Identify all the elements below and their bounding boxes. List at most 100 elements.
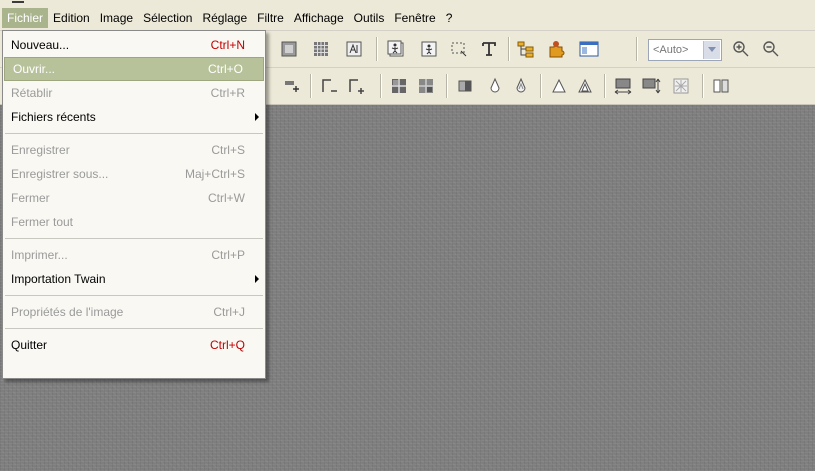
menu-edition[interactable]: Edition xyxy=(48,8,95,28)
menu-item-shortcut: Ctrl+R xyxy=(210,86,245,100)
menu-item-save[interactable]: Enregistrer Ctrl+S xyxy=(3,138,265,162)
menu-item-close[interactable]: Fermer Ctrl+W xyxy=(3,186,265,210)
plugin-tool-button[interactable] xyxy=(546,38,568,60)
grid-icon xyxy=(314,42,328,56)
menu-item-label: Imprimer... xyxy=(11,248,68,262)
sharpen-more-button[interactable] xyxy=(548,75,570,97)
texture-button[interactable] xyxy=(670,75,692,97)
marquee-icon xyxy=(451,42,467,57)
add-layer-icon xyxy=(285,81,299,92)
resize-v-button[interactable] xyxy=(640,75,662,97)
menu-item-image-properties[interactable]: Propriétés de l'image Ctrl+J xyxy=(3,300,265,324)
menu-item-label: Importation Twain xyxy=(11,272,106,286)
blur-button[interactable] xyxy=(510,75,532,97)
person-frame-icon xyxy=(387,40,404,57)
tree-tool-button[interactable] xyxy=(515,38,537,60)
menu-item-label: Nouveau... xyxy=(11,38,70,52)
figure-tool-button[interactable] xyxy=(418,38,440,60)
menu-item-label: Ouvrir... xyxy=(13,62,56,76)
resize-horizontal-icon xyxy=(614,78,632,95)
menu-filtre[interactable]: Filtre xyxy=(252,8,289,28)
window-icon xyxy=(579,41,599,57)
person-tool-button[interactable] xyxy=(385,38,407,60)
menu-help[interactable]: ? xyxy=(441,8,458,28)
menu-bar: Fichier Edition Image Sélection Réglage … xyxy=(0,6,815,31)
menu-item-shortcut: Ctrl+P xyxy=(211,248,245,262)
menu-separator xyxy=(5,328,263,329)
menu-reglage[interactable]: Réglage xyxy=(197,8,252,28)
menu-item-shortcut: Ctrl+W xyxy=(208,191,245,205)
zoom-out-button[interactable] xyxy=(760,38,782,60)
separator xyxy=(702,74,704,98)
menu-item-label: Propriétés de l'image xyxy=(11,305,124,319)
tiles-button[interactable] xyxy=(415,75,437,97)
gamma-minus-button[interactable] xyxy=(318,75,340,97)
menu-outils[interactable]: Outils xyxy=(349,8,390,28)
menu-item-label: Fichiers récents xyxy=(11,110,96,124)
separator xyxy=(310,74,312,98)
frame-icon xyxy=(281,41,297,57)
menu-item-recent-files[interactable]: Fichiers récents xyxy=(3,105,265,129)
mirror-icon xyxy=(713,79,729,93)
separator xyxy=(636,37,638,61)
menu-item-label: Rétablir xyxy=(11,86,53,100)
folder-tree-icon xyxy=(517,41,534,58)
zoom-select[interactable]: <Auto> xyxy=(648,39,722,61)
frame-tool-button[interactable] xyxy=(278,38,300,60)
menu-item-new[interactable]: Nouveau... Ctrl+N xyxy=(3,33,265,57)
zoom-out-icon xyxy=(763,41,779,57)
sharpen-edges-button[interactable] xyxy=(574,75,596,97)
chevron-down-icon[interactable] xyxy=(703,41,720,59)
grid-tool-button[interactable] xyxy=(310,38,332,60)
menu-item-open[interactable]: Ouvrir... Ctrl+O xyxy=(4,57,264,81)
gamma-minus-icon xyxy=(322,79,337,92)
window-tool-button[interactable] xyxy=(578,38,600,60)
gamma-plus-icon xyxy=(349,79,364,94)
separator xyxy=(604,74,606,98)
mirror-button[interactable] xyxy=(710,75,732,97)
menu-item-print[interactable]: Imprimer... Ctrl+P xyxy=(3,243,265,267)
texture-icon xyxy=(673,78,689,94)
menu-item-label: Quitter xyxy=(11,338,48,352)
menu-selection[interactable]: Sélection xyxy=(138,8,197,28)
menu-item-revert[interactable]: Rétablir Ctrl+R xyxy=(3,81,265,105)
zoom-select-value: <Auto> xyxy=(653,44,689,56)
menu-item-shortcut: Ctrl+S xyxy=(211,143,245,157)
menu-fichier[interactable]: Fichier xyxy=(2,8,49,28)
menu-item-label: Enregistrer xyxy=(11,143,70,157)
sharpen-button[interactable] xyxy=(484,75,506,97)
submenu-arrow-icon xyxy=(255,113,259,121)
zoom-in-icon xyxy=(733,41,749,57)
menu-item-label: Enregistrer sous... xyxy=(11,167,109,181)
zoom-in-button[interactable] xyxy=(730,38,752,60)
window-mark xyxy=(12,1,24,3)
gamma-plus-button[interactable] xyxy=(345,75,367,97)
separator xyxy=(380,74,382,98)
menu-separator xyxy=(5,133,263,134)
menu-item-twain-import[interactable]: Importation Twain xyxy=(3,267,265,291)
menu-image[interactable]: Image xyxy=(95,8,138,28)
menu-item-shortcut: Ctrl+O xyxy=(207,62,243,76)
menu-fenetre[interactable]: Fenêtre xyxy=(389,8,440,28)
resize-h-button[interactable] xyxy=(612,75,634,97)
menu-item-label: Fermer xyxy=(11,191,50,205)
menu-item-save-as[interactable]: Enregistrer sous... Maj+Ctrl+S xyxy=(3,162,265,186)
text-t-icon xyxy=(482,42,496,56)
resize-vertical-icon xyxy=(642,78,661,94)
pattern-tool-button[interactable] xyxy=(343,38,365,60)
text-tool-button[interactable] xyxy=(478,38,500,60)
add-layer-button[interactable] xyxy=(281,75,303,97)
menu-separator xyxy=(5,238,263,239)
selection-tool-button[interactable] xyxy=(448,38,470,60)
menu-item-quit[interactable]: Quitter Ctrl+Q xyxy=(3,333,265,357)
drop-outline-icon xyxy=(516,77,526,93)
menu-item-close-all[interactable]: Fermer tout xyxy=(3,210,265,234)
menu-affichage[interactable]: Affichage xyxy=(289,8,349,28)
mosaic-button[interactable] xyxy=(388,75,410,97)
separator xyxy=(446,74,448,98)
contrast-button[interactable] xyxy=(454,75,476,97)
menu-separator xyxy=(5,295,263,296)
drop-icon xyxy=(490,77,500,93)
triangle-double-icon xyxy=(578,78,592,93)
contrast-icon xyxy=(458,80,472,92)
